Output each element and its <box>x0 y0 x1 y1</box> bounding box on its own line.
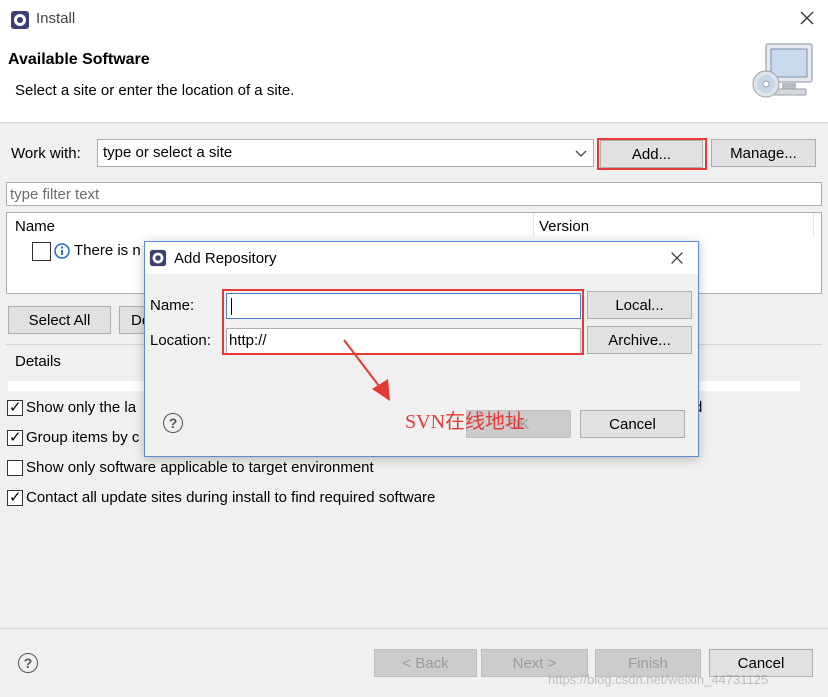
watermark: https://blog.csdn.net/weixin_44731125 <box>548 672 769 687</box>
monitor-cd-icon <box>752 42 816 106</box>
close-icon[interactable] <box>797 8 817 28</box>
work-with-label: Work with: <box>11 145 81 162</box>
footer-separator <box>0 628 828 629</box>
text-cursor <box>231 298 232 315</box>
annotation-arrow <box>338 335 398 405</box>
contact-sites-checkbox[interactable] <box>7 488 23 506</box>
target-env-label: Show only software applicable to target … <box>26 459 374 476</box>
option-contact-sites[interactable]: Contact all update sites during install … <box>7 488 527 508</box>
column-divider <box>813 213 814 237</box>
window-title: Install <box>36 10 76 27</box>
eclipse-app-icon <box>10 10 30 30</box>
contact-sites-label: Contact all update sites during install … <box>26 489 436 506</box>
dialog-title-bar: Add Repository <box>145 242 698 274</box>
column-header-name[interactable]: Name <box>15 218 55 235</box>
dialog-title: Add Repository <box>174 250 277 267</box>
column-divider <box>533 213 534 237</box>
group-items-label: Group items by c <box>26 429 140 446</box>
archive-button[interactable]: Archive... <box>587 326 692 354</box>
dialog-cancel-button[interactable]: Cancel <box>580 410 685 438</box>
filter-input[interactable]: type filter text <box>6 182 822 206</box>
header-banner: Available Software Select a site or ente… <box>0 40 828 123</box>
page-title: Available Software <box>8 51 150 68</box>
filter-placeholder: type filter text <box>10 186 100 203</box>
group-items-checkbox[interactable] <box>7 428 23 446</box>
annotation-label: SVN在线地址 <box>405 411 526 433</box>
info-icon <box>54 243 70 259</box>
location-label: Location: <box>150 332 211 349</box>
details-label: Details <box>15 353 61 370</box>
local-button[interactable]: Local... <box>587 291 692 319</box>
target-env-checkbox[interactable] <box>7 460 23 476</box>
column-header-version[interactable]: Version <box>539 218 589 235</box>
row-label: There is n <box>74 242 141 259</box>
location-field-value: http:// <box>229 332 267 349</box>
row-checkbox[interactable] <box>32 242 51 261</box>
name-label: Name: <box>150 297 195 314</box>
help-icon[interactable]: ? <box>163 413 183 433</box>
back-button[interactable]: < Back <box>374 649 477 677</box>
help-icon[interactable]: ? <box>18 653 38 673</box>
site-combo[interactable]: type or select a site <box>97 139 594 167</box>
manage-button[interactable]: Manage... <box>711 139 816 167</box>
close-icon[interactable] <box>668 249 686 267</box>
add-site-button[interactable]: Add... <box>600 140 703 168</box>
eclipse-app-icon <box>149 249 167 267</box>
title-bar: Install <box>0 0 828 40</box>
location-field[interactable]: http:// <box>226 328 581 354</box>
site-combo-value: type or select a site <box>103 144 233 161</box>
option-target-env[interactable]: Show only software applicable to target … <box>7 458 507 478</box>
page-subtitle: Select a site or enter the location of a… <box>15 82 295 99</box>
chevron-down-icon[interactable] <box>574 146 588 160</box>
show-latest-checkbox[interactable] <box>7 398 23 416</box>
name-field[interactable] <box>226 293 581 319</box>
show-latest-label: Show only the la <box>26 399 137 416</box>
select-all-button[interactable]: Select All <box>8 306 111 334</box>
